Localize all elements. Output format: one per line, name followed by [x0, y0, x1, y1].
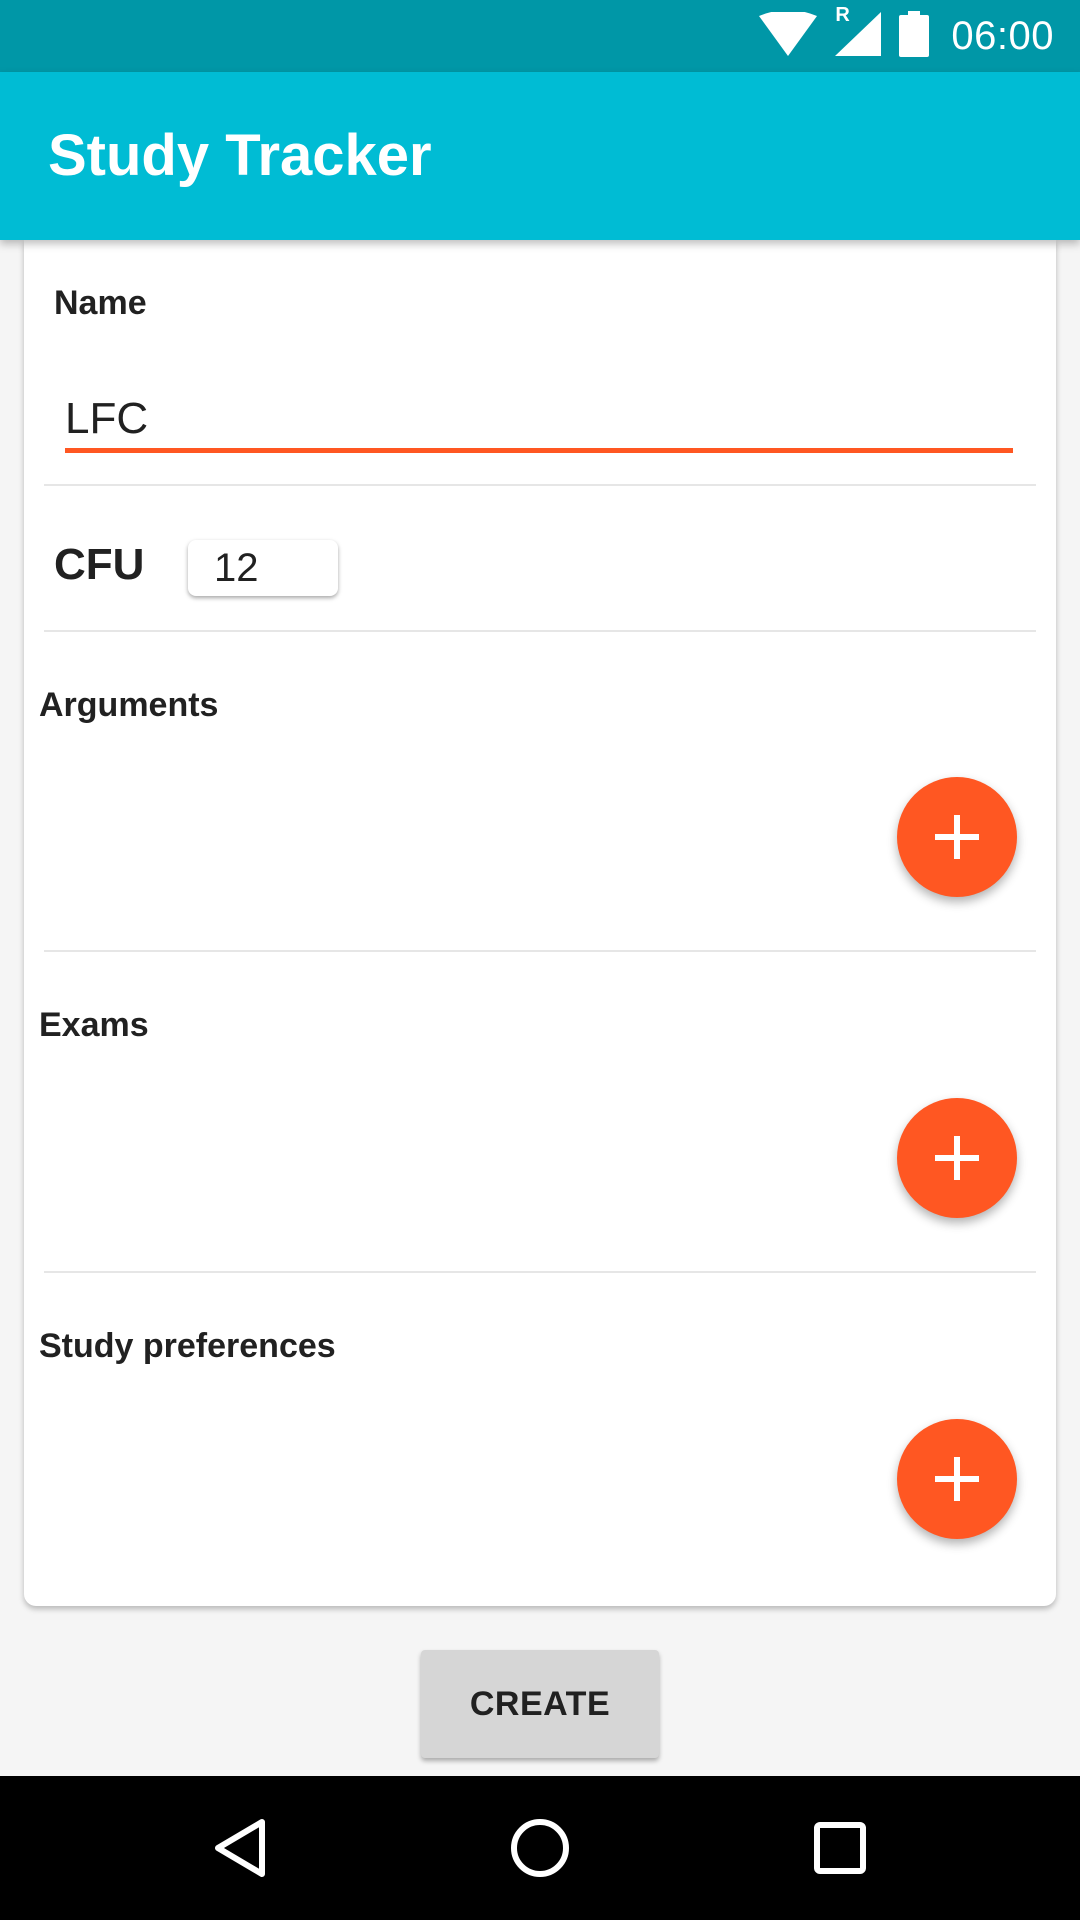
divider — [44, 630, 1036, 632]
arguments-label: Arguments — [39, 686, 219, 724]
exams-label: Exams — [39, 1006, 149, 1044]
cfu-label: CFU — [54, 540, 145, 589]
study-preferences-label: Study preferences — [39, 1327, 336, 1365]
name-input[interactable] — [65, 390, 1013, 453]
recents-button[interactable] — [768, 1776, 912, 1920]
battery-icon — [899, 10, 930, 62]
plus-icon — [935, 1136, 979, 1180]
back-button[interactable] — [168, 1776, 312, 1920]
back-icon — [215, 1819, 265, 1877]
app-bar: Study Tracker — [0, 72, 1080, 240]
add-argument-button[interactable] — [897, 777, 1017, 897]
status-bar: R 06:00 — [0, 0, 1080, 72]
plus-icon — [935, 1457, 979, 1501]
divider — [44, 484, 1036, 486]
plus-icon — [935, 815, 979, 859]
form-card: Name CFU Arguments Exams Study preferenc… — [24, 240, 1056, 1606]
cfu-input[interactable] — [188, 540, 338, 596]
clock: 06:00 — [951, 13, 1054, 58]
wifi-icon — [759, 9, 818, 61]
name-label: Name — [54, 284, 147, 322]
create-button[interactable]: CREATE — [421, 1650, 659, 1758]
add-exam-button[interactable] — [897, 1098, 1017, 1218]
signal-icon: R — [835, 4, 882, 61]
navigation-bar — [0, 1776, 1080, 1920]
home-icon — [511, 1819, 569, 1877]
add-study-preference-button[interactable] — [897, 1419, 1017, 1539]
home-button[interactable] — [468, 1776, 612, 1920]
recents-icon — [814, 1822, 866, 1874]
app-title: Study Tracker — [48, 123, 432, 188]
divider — [44, 950, 1036, 952]
roaming-indicator: R — [835, 3, 850, 26]
divider — [44, 1271, 1036, 1273]
